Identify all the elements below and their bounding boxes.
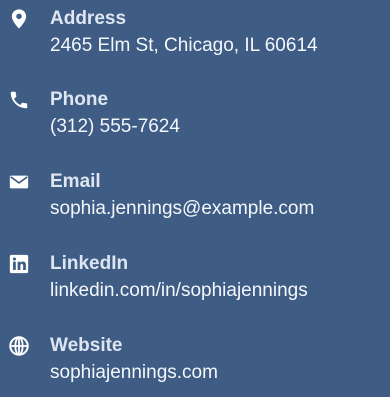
- globe-icon: [8, 335, 30, 357]
- website-label: Website: [50, 335, 123, 356]
- map-pin-icon: [8, 8, 30, 30]
- phone-link[interactable]: (312) 555-7624: [50, 115, 180, 139]
- envelope-icon: [8, 171, 30, 193]
- contact-item-linkedin: LinkedIn linkedin.com/in/sophiajennings: [0, 245, 390, 315]
- address-value: 2465 Elm St, Chicago, IL 60614: [50, 35, 318, 56]
- contact-item-email: Email sophia.jennings@example.com: [0, 163, 390, 233]
- contact-item-address: Address 2465 Elm St, Chicago, IL 60614: [0, 0, 390, 70]
- linkedin-link[interactable]: linkedin.com/in/sophiajennings: [50, 279, 308, 303]
- linkedin-icon: [8, 253, 30, 275]
- phone-label: Phone: [50, 89, 109, 110]
- website-link[interactable]: sophiajennings.com: [50, 361, 218, 385]
- contact-item-website: Website sophiajennings.com: [0, 327, 390, 397]
- contact-item-phone: Phone (312) 555-7624: [0, 81, 390, 151]
- email-link[interactable]: sophia.jennings@example.com: [50, 197, 314, 221]
- contact-list: Address 2465 Elm St, Chicago, IL 60614 P…: [0, 0, 390, 392]
- phone-icon: [8, 89, 30, 111]
- email-label: Email: [50, 171, 101, 192]
- address-label: Address: [50, 8, 127, 29]
- linkedin-label: LinkedIn: [50, 253, 129, 274]
